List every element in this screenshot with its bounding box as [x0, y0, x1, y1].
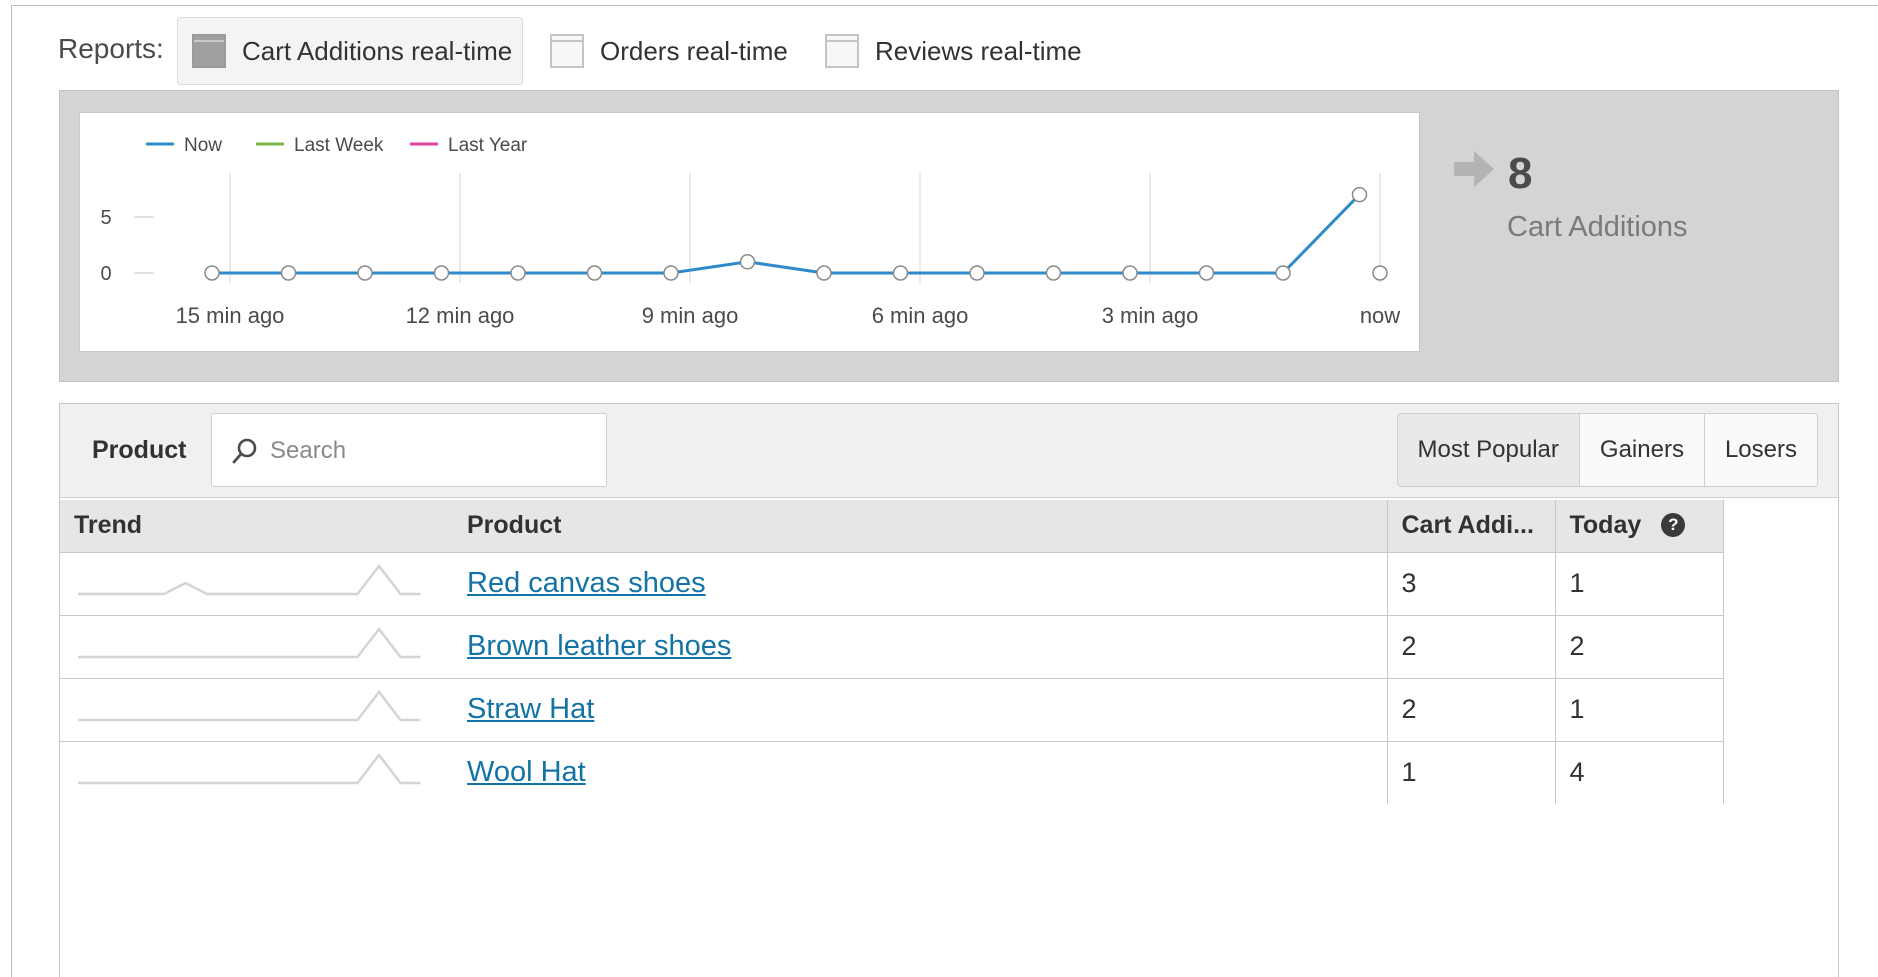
report-icon	[192, 34, 226, 68]
data-point	[1198, 265, 1215, 281]
search-icon	[232, 438, 257, 464]
tab-cart-additions-realtime[interactable]: Cart Additions real-time	[177, 17, 523, 85]
tab-label: Cart Additions real-time	[242, 35, 513, 66]
table-row: Straw Hat 2 1	[60, 678, 1724, 742]
segment-gainers[interactable]: Gainers	[1578, 414, 1704, 486]
legend-label: Last Year	[448, 135, 528, 156]
cart-additions-cell: 2	[1387, 678, 1556, 742]
tab-orders-realtime[interactable]: Orders real-time	[550, 17, 790, 85]
today-cell: 1	[1555, 552, 1724, 616]
data-point	[204, 265, 220, 281]
x-tick-label: 6 min ago	[872, 303, 969, 328]
data-point	[1275, 265, 1291, 281]
summary-value: 8	[1508, 149, 1533, 198]
search-input[interactable]	[270, 432, 590, 470]
trend-sparkline	[78, 753, 421, 785]
legend-label: Last Week	[294, 135, 384, 156]
trend-cell	[60, 552, 453, 616]
summary-label: Cart Additions	[1507, 211, 1688, 243]
data-point	[1351, 186, 1368, 203]
column-header-product[interactable]: Product	[453, 500, 1388, 553]
data-point	[1122, 265, 1138, 281]
products-panel: Product Most Popular Gainers Losers Tren…	[59, 403, 1839, 977]
sparkline-path	[78, 689, 421, 722]
column-header-cart-additions[interactable]: Cart Addi...	[1387, 500, 1556, 553]
data-point	[280, 265, 297, 281]
data-point	[586, 265, 603, 281]
data-point	[969, 265, 985, 281]
search-box[interactable]	[211, 413, 607, 487]
y-tick-label: 0	[100, 263, 111, 285]
today-cell: 1	[1555, 678, 1724, 742]
trend-cell	[60, 741, 453, 804]
sparkline-path	[78, 563, 421, 596]
data-point-now	[1372, 265, 1388, 281]
trend-sparkline	[78, 626, 421, 659]
series-line-now	[212, 193, 1361, 275]
table-header-row: Trend Product Cart Addi... Today?	[60, 500, 1724, 553]
segment-most-popular[interactable]: Most Popular	[1397, 414, 1579, 486]
product-cell: Brown leather shoes	[453, 615, 1388, 679]
product-cell: Straw Hat	[453, 678, 1388, 742]
today-cell: 2	[1555, 615, 1724, 679]
column-header-today-label: Today	[1569, 511, 1642, 540]
tab-label: Orders real-time	[600, 35, 788, 66]
trend-cell	[60, 615, 453, 679]
table-row: Brown leather shoes 2 2	[60, 615, 1724, 679]
table-toolbar: Product Most Popular Gainers Losers	[60, 404, 1838, 498]
legend-label: Now	[184, 135, 222, 156]
trend-sparkline	[78, 689, 421, 722]
cart-additions-cell: 3	[1387, 552, 1556, 616]
table-row: Wool Hat 1 4	[60, 741, 1724, 804]
today-cell: 4	[1555, 741, 1724, 804]
x-tick-label: 3 min ago	[1102, 303, 1199, 328]
arrow-right-icon	[1454, 151, 1494, 187]
column-header-today[interactable]: Today?	[1555, 500, 1724, 553]
data-point	[1045, 265, 1062, 281]
cart-additions-cell: 1	[1387, 741, 1556, 804]
x-tick-label: 12 min ago	[406, 303, 515, 328]
data-point	[510, 265, 526, 281]
x-tick-label: now	[1360, 303, 1400, 328]
report-icon	[825, 34, 859, 68]
products-table: Trend Product Cart Addi... Today? Red ca…	[60, 500, 1724, 804]
cart-additions-cell: 2	[1387, 615, 1556, 679]
realtime-chart: Now Last Week Last Year 5 0 15 min ago 12 min …	[79, 112, 1420, 352]
product-cell: Wool Hat	[453, 741, 1388, 804]
product-link[interactable]: Brown leather shoes	[467, 630, 731, 662]
product-link[interactable]: Wool Hat	[467, 756, 586, 788]
sort-segmented-control: Most Popular Gainers Losers	[1396, 413, 1818, 487]
product-link[interactable]: Straw Hat	[467, 693, 594, 725]
tab-reviews-realtime[interactable]: Reviews real-time	[825, 17, 1085, 85]
column-header-trend[interactable]: Trend	[60, 500, 453, 553]
tab-label: Reviews real-time	[875, 35, 1082, 66]
data-point	[892, 265, 909, 281]
y-tick-label: 5	[100, 207, 111, 229]
x-tick-label: 9 min ago	[642, 303, 739, 328]
product-cell: Red canvas shoes	[453, 552, 1388, 616]
report-icon	[550, 34, 584, 68]
data-point	[357, 265, 373, 281]
data-point	[663, 265, 679, 281]
data-point	[739, 254, 756, 270]
chart-panel: Now Last Week Last Year 5 0 15 min ago 12 min …	[59, 90, 1839, 382]
product-link[interactable]: Red canvas shoes	[467, 567, 706, 599]
data-point	[816, 265, 832, 281]
sparkline-path	[78, 753, 421, 785]
data-point	[433, 265, 450, 281]
dimension-label: Product	[92, 436, 187, 464]
table-row: Red canvas shoes 3 1	[60, 552, 1724, 616]
segment-losers[interactable]: Losers	[1703, 414, 1817, 486]
x-tick-label: 15 min ago	[176, 303, 285, 328]
trend-cell	[60, 678, 453, 742]
sparkline-path	[78, 626, 421, 659]
chart-svg: Now Last Week Last Year 5 0 15 min ago 12 min …	[100, 135, 1400, 328]
reports-label: Reports:	[58, 33, 164, 64]
trend-sparkline	[78, 563, 421, 596]
help-icon[interactable]: ?	[1661, 513, 1686, 538]
